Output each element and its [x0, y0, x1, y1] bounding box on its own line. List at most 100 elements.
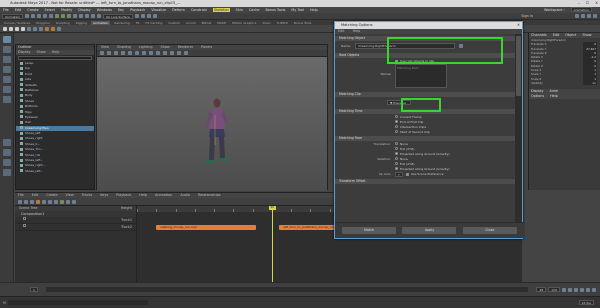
rotate-tool-icon[interactable] — [2, 76, 11, 83]
channel-help-menu[interactable]: Help — [550, 94, 558, 99]
rotation-radio[interactable] — [395, 157, 398, 160]
shelf-tab-arnold[interactable]: Arnold — [184, 21, 198, 25]
image-plane-icon[interactable] — [114, 51, 118, 55]
match-button[interactable]: Match — [342, 227, 397, 234]
modeling-toolkit-icon[interactable] — [575, 14, 579, 18]
channel-options-menu[interactable]: Options — [531, 94, 544, 99]
shelf-tab-fx-caching[interactable]: FX Caching — [143, 21, 164, 25]
viewport-menu-shading[interactable]: Shading — [117, 45, 131, 50]
set-key-icon[interactable] — [3, 26, 7, 31]
dialog-scrollbar[interactable] — [515, 34, 522, 222]
te-menu-item[interactable]: Keys — [100, 193, 108, 198]
menu-display[interactable]: Display — [78, 8, 91, 12]
outliner-menu-display[interactable]: Display — [18, 50, 31, 55]
save-scene-icon[interactable] — [37, 14, 42, 18]
channel-box-icon[interactable] — [593, 14, 597, 18]
shelf-tab-animation[interactable]: Animation — [91, 20, 111, 25]
te-menu-item[interactable]: Tracks — [82, 193, 93, 198]
time-editor-icon[interactable] — [39, 26, 43, 31]
current-frame-field[interactable]: 28 — [536, 287, 547, 292]
te-menu-item[interactable]: File — [18, 193, 24, 198]
range-track[interactable] — [45, 287, 529, 292]
playhead[interactable]: 20 — [268, 206, 276, 283]
shelf-tab-bonus-tools[interactable]: Bonus Tools — [292, 21, 314, 25]
shelf-tab-turtle[interactable]: TURTLE — [275, 21, 290, 25]
bookmark-icon[interactable] — [107, 51, 111, 55]
select-component-icon[interactable] — [67, 14, 72, 18]
viewport-menu-renderer[interactable]: Renderer — [178, 45, 193, 50]
translation-radio[interactable] — [395, 152, 398, 155]
camera-attributes-icon[interactable] — [100, 51, 104, 55]
snap-grid-icon[interactable] — [73, 14, 78, 18]
shelf-tab-xgen[interactable]: XGen — [260, 21, 272, 25]
snap-point-icon[interactable] — [85, 14, 90, 18]
viewport-menu-lighting[interactable]: Lighting — [139, 45, 153, 50]
command-input[interactable] — [7, 300, 148, 305]
shelf-tab-bifrost[interactable]: Bifrost — [200, 21, 214, 25]
viewport-canvas[interactable] — [97, 57, 327, 191]
lasso-tool-icon[interactable] — [2, 46, 11, 53]
new-scene-icon[interactable] — [25, 14, 30, 18]
menu-my-tool[interactable]: My Tool — [291, 8, 304, 12]
select-object-icon[interactable] — [61, 14, 66, 18]
ambient-occlusion-icon[interactable] — [170, 51, 174, 55]
render-settings-icon[interactable] — [146, 14, 151, 18]
te-menu-item[interactable]: Audio — [180, 193, 190, 198]
character-model[interactable] — [97, 57, 329, 191]
menu-select[interactable]: Select — [45, 8, 55, 12]
te-menu-item[interactable]: Relationships — [198, 193, 221, 198]
viewport-menu-view[interactable]: View — [101, 45, 109, 50]
last-tool-icon[interactable] — [2, 96, 11, 103]
menu-windows[interactable]: Windows — [97, 8, 112, 12]
fps-select[interactable]: 24 fps — [578, 300, 594, 305]
te-audio-icon[interactable] — [36, 199, 40, 204]
four-view-layout-icon[interactable] — [2, 149, 11, 156]
shelf-tab-sculpting[interactable]: Sculpting — [54, 21, 72, 25]
paint-select-tool-icon[interactable] — [2, 56, 11, 63]
ghost-icon[interactable] — [51, 26, 55, 31]
grid-icon[interactable] — [121, 51, 125, 55]
outliner-menu-help[interactable]: Help — [52, 50, 60, 55]
menu-file[interactable]: File — [3, 8, 9, 12]
close-button[interactable]: ✕ — [595, 0, 598, 7]
te-loop-icon[interactable] — [60, 199, 64, 204]
close-dialog-button[interactable]: Close — [462, 227, 517, 234]
viewport-menu-panels[interactable]: Panels — [201, 45, 212, 50]
dialog-scroll-thumb[interactable] — [516, 36, 521, 96]
motion-trail-icon[interactable] — [45, 26, 49, 31]
shelf-tab-mash[interactable]: MASH — [215, 21, 228, 25]
te-play-icon[interactable] — [48, 199, 52, 204]
select-tool-icon[interactable] — [2, 36, 11, 43]
channel-menu-object[interactable]: Object — [565, 33, 576, 38]
play-forward-icon[interactable] — [580, 287, 584, 292]
lights-icon[interactable] — [156, 51, 160, 55]
menu-bonus-tools[interactable]: Bonus Tools — [265, 8, 285, 12]
wireframe-icon[interactable] — [135, 51, 139, 55]
menu-skeleton[interactable]: Skeleton — [213, 8, 230, 12]
hypershade-icon[interactable] — [152, 14, 157, 18]
xray-icon[interactable] — [177, 51, 181, 55]
menu-create[interactable]: Create — [27, 8, 38, 12]
menu-set-select[interactable]: Animation — [2, 13, 24, 19]
rotation-radio[interactable] — [395, 167, 398, 170]
scale-tool-icon[interactable] — [2, 86, 11, 93]
te-menu-item[interactable]: View — [66, 193, 74, 198]
shelf-tab-curves[interactable]: Curves / Surfaces — [2, 21, 32, 25]
render-icon[interactable] — [134, 14, 139, 18]
maximize-button[interactable]: ☐ — [586, 0, 589, 7]
menu-modify[interactable]: Modify — [61, 8, 72, 12]
outliner-menu-show[interactable]: Show — [37, 50, 46, 55]
dialog-close-icon[interactable]: ✕ — [517, 22, 520, 29]
menu-constrain[interactable]: Constrain — [191, 8, 207, 12]
track-row[interactable]: Track1 — [15, 217, 136, 224]
snap-surface-icon[interactable] — [97, 14, 102, 18]
apply-button[interactable]: Apply — [402, 227, 457, 234]
select-hierarchy-icon[interactable] — [55, 14, 60, 18]
channel-row[interactable]: Visibility on — [529, 80, 600, 86]
section-transform-offset[interactable]: Transform Offset — [335, 179, 516, 184]
menu-edit[interactable]: Edit — [15, 8, 22, 12]
playblast-icon[interactable] — [57, 26, 61, 31]
go-start-icon[interactable] — [562, 287, 566, 292]
te-menu-item[interactable]: Create — [46, 193, 57, 198]
menu-visualize[interactable]: Visualize — [151, 8, 166, 12]
